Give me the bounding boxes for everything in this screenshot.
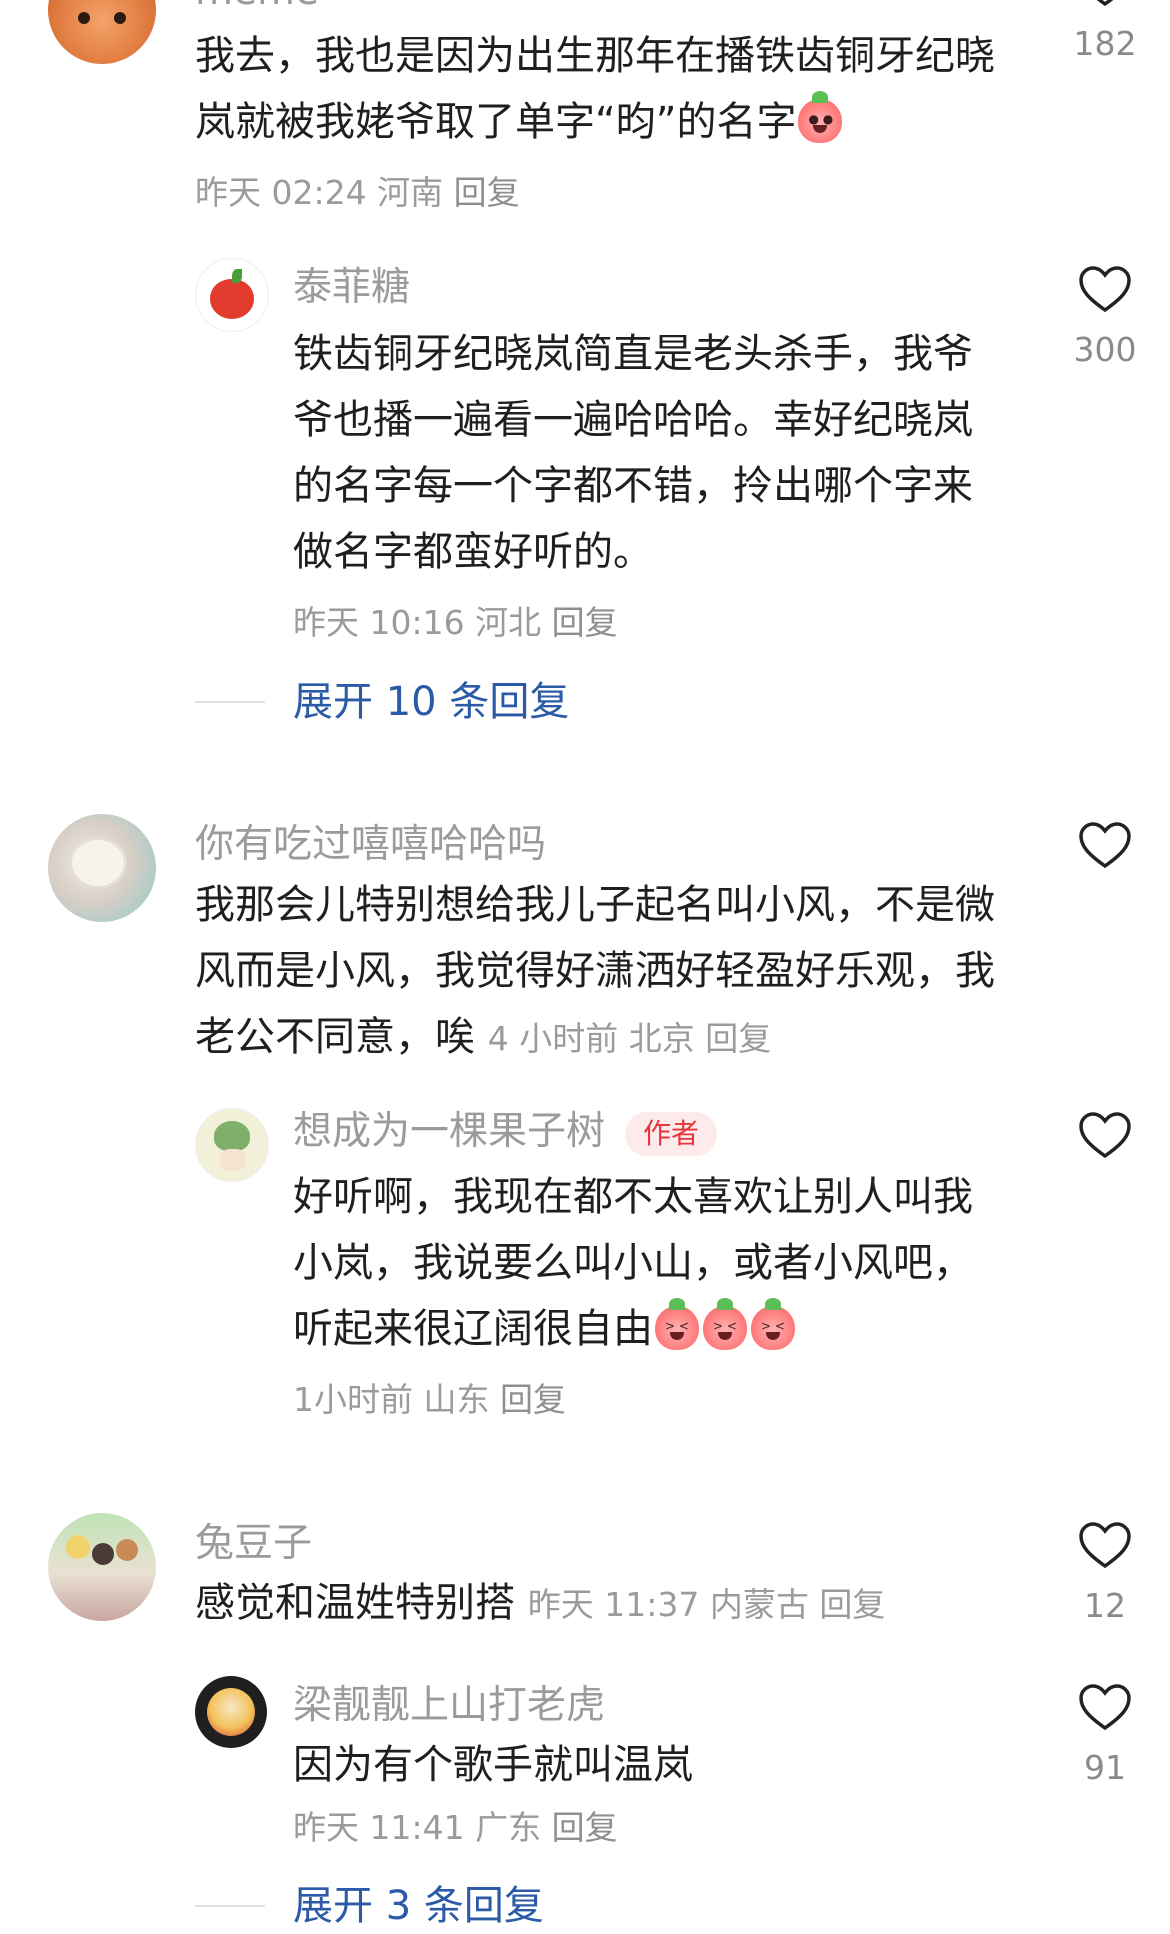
anime-group-avatar-icon [66,1535,90,1559]
divider [195,701,265,703]
comment-text: 感觉和温姓特别搭 昨天 11:37 内蒙古 回复 [195,1580,886,1626]
reply-meta: 昨天 11:41 广东 回复 [293,1808,618,1847]
goldfish-avatar-icon [78,12,90,24]
pleading-emoji-icon: ● ● [798,91,843,143]
avatar[interactable] [195,1108,269,1182]
like-button[interactable]: 182 [1060,0,1150,66]
apple-avatar-icon [210,279,254,319]
heart-icon [1079,1522,1131,1569]
reply-text: 因为有个歌手就叫温岚 [293,1742,693,1788]
plant-girl-avatar-icon [214,1121,250,1151]
like-button[interactable] [1060,822,1150,870]
heart-icon [1079,822,1131,869]
comment-meta: 昨天 02:24 河南 回复 [195,173,520,212]
like-button[interactable]: 91 [1060,1684,1150,1790]
like-button[interactable]: 12 [1060,1522,1150,1628]
reply-button[interactable]: 回复 [819,1585,885,1624]
expand-replies-label[interactable]: 展开 10 条回复 [293,676,569,728]
heart-icon [1079,1684,1131,1731]
reply-author[interactable]: 泰菲糖 [293,262,410,314]
like-count: 300 [1073,330,1137,369]
expand-replies-label[interactable]: 展开 3 条回复 [293,1880,544,1932]
reply-button[interactable]: 回复 [552,1808,618,1847]
heart-icon [1096,0,1114,7]
comment-author[interactable]: 你有吃过嘻嘻哈哈吗 [195,819,546,871]
comment-text: 我去，我也是因为出生那年在播铁齿铜牙纪晓岚就被我姥爷取了单字“昀”的名字 ● ● [195,33,995,145]
reply-author-name[interactable]: 想成为一棵果子树 [293,1109,605,1154]
divider [195,1905,265,1907]
reply-text: 铁齿铜牙纪晓岚简直是老头杀手，我爷爷也播一遍看一遍哈哈哈。幸好纪晓岚的名字每一个… [293,331,973,575]
like-button[interactable]: 300 [1060,266,1150,372]
comment-author[interactable]: meme [195,0,319,18]
comment-meta: 4 小时前 北京 回复 [487,1019,772,1058]
reply-meta: 昨天 10:16 河北 回复 [293,603,618,642]
like-button[interactable] [1060,1112,1150,1160]
laughing-emoji-icon: > < [751,1298,795,1350]
laughing-emoji-icon: > < [703,1298,747,1350]
author-badge: 作者 [625,1111,718,1156]
comment-text: 我那会儿特别想给我儿子起名叫小风，不是微风而是小风，我觉得好潇洒好轻盈好乐观，我… [195,882,995,1060]
reply-meta: 1小时前 山东 回复 [293,1380,566,1419]
heart-icon [1079,266,1131,313]
like-count: 91 [1084,1748,1126,1787]
reply-button[interactable]: 回复 [705,1019,771,1058]
poodle-avatar-icon [72,840,124,886]
reply-button[interactable]: 回复 [552,603,618,642]
avatar[interactable] [48,814,156,922]
reply-text: 好听啊，我现在都不太喜欢让别人叫我小岚，我说要么叫小山，或者小风吧，听起来很辽阔… [293,1174,973,1352]
avatar[interactable] [48,0,156,64]
laughing-emoji-icon: > < [655,1298,699,1350]
reply-author[interactable]: 梁靓靓上山打老虎 [293,1680,605,1732]
reply-button[interactable]: 回复 [454,173,520,212]
expand-replies[interactable]: 展开 10 条回复 [195,676,569,728]
reply-author: 想成为一棵果子树 作者 [293,1106,718,1158]
expand-replies[interactable]: 展开 3 条回复 [195,1880,544,1932]
comment-meta: 昨天 11:37 内蒙古 回复 [527,1585,886,1624]
like-count: 12 [1084,1586,1126,1625]
reply-button[interactable]: 回复 [500,1380,566,1419]
like-count: 182 [1073,24,1137,63]
sailor-moon-avatar-icon [207,1688,255,1736]
comment-author[interactable]: 兔豆子 [195,1518,312,1570]
heart-icon [1079,1112,1131,1159]
avatar[interactable] [48,1513,156,1621]
avatar[interactable] [195,1676,267,1748]
avatar[interactable] [195,258,269,332]
